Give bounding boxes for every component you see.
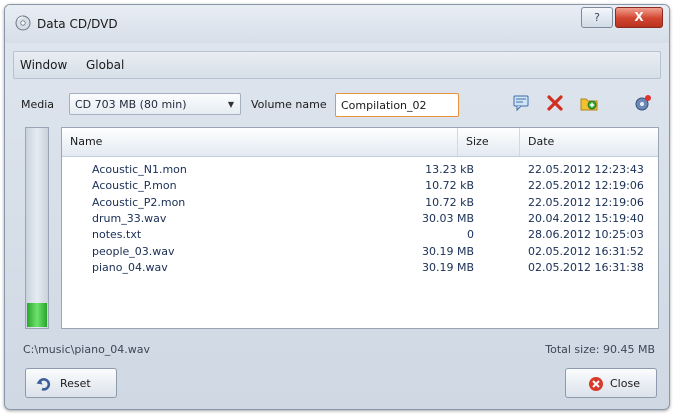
file-row[interactable]: Acoustic_N1.mon 13.23 kB 22.05.2012 12:23:… xyxy=(62,162,658,178)
menu-window[interactable]: Window xyxy=(20,58,67,72)
file-row[interactable]: people_03.wav 30.19 MB 02.05.2012 16:31:52 xyxy=(62,244,658,260)
menu-bar: Window Global xyxy=(13,51,661,79)
file-list[interactable]: Name Size Date Acoustic_N1.mon 13.23 kB 22… xyxy=(61,127,659,329)
file-size: 10.72 kB xyxy=(425,195,474,209)
add-folder-icon[interactable] xyxy=(579,93,599,113)
comment-icon[interactable] xyxy=(511,93,531,113)
file-row[interactable]: piano_04.wav 30.19 MB 02.05.2012 16:31:38 xyxy=(62,260,658,276)
window-close-button[interactable]: X xyxy=(615,7,663,28)
file-size: 13.23 kB xyxy=(425,163,474,176)
close-button[interactable]: Close xyxy=(565,368,657,398)
file-row[interactable]: notes.txt 0 28.06.2012 10:25:03 xyxy=(62,227,658,243)
file-size: 0 xyxy=(467,228,474,242)
title-bar[interactable]: Data CD/DVD ? X xyxy=(5,5,669,43)
media-select[interactable]: CD 703 MB (80 min) ▼ xyxy=(69,93,241,115)
file-date: 02.05.2012 16:31:38 xyxy=(528,260,644,274)
column-header-name[interactable]: Name xyxy=(62,128,458,156)
total-size: Total size: 90.45 MB xyxy=(545,343,655,356)
cd-app-icon xyxy=(15,15,31,31)
close-circle-icon xyxy=(589,377,603,391)
delete-icon[interactable] xyxy=(545,93,565,113)
reset-button-label: Reset xyxy=(60,377,91,390)
column-header-date[interactable]: Date xyxy=(520,128,658,156)
media-label: Media xyxy=(21,98,55,111)
help-button[interactable]: ? xyxy=(581,7,613,28)
window-title: Data CD/DVD xyxy=(37,17,118,31)
file-name: Acoustic_P2.mon xyxy=(92,195,186,209)
volume-name-input[interactable] xyxy=(335,93,459,117)
file-name: people_03.wav xyxy=(92,244,175,258)
file-name: drum_33.wav xyxy=(92,211,167,225)
chevron-down-icon: ▼ xyxy=(227,100,234,109)
file-date: 28.06.2012 10:25:03 xyxy=(528,228,644,242)
file-name: piano_04.wav xyxy=(92,260,168,274)
file-row[interactable]: Acoustic_P2.mon 10.72 kB 22.05.2012 12:19:… xyxy=(62,195,658,211)
close-button-label: Close xyxy=(610,377,640,390)
volume-name-label: Volume name xyxy=(251,98,327,111)
current-file-path: C:\music\piano_04.wav xyxy=(23,343,151,356)
reset-button[interactable]: Reset xyxy=(25,368,117,398)
capacity-meter xyxy=(25,127,49,329)
file-date: 20.04.2012 15:19:40 xyxy=(528,211,644,225)
file-name: Acoustic_N1.mon xyxy=(92,163,187,176)
data-cd-dvd-window: Data CD/DVD ? X Window Global Media CD 7… xyxy=(4,4,670,410)
undo-icon xyxy=(36,378,51,391)
file-name: Acoustic_P.mon xyxy=(92,179,177,193)
file-list-header: Name Size Date xyxy=(62,128,658,157)
settings-icon[interactable] xyxy=(633,93,653,113)
menu-global[interactable]: Global xyxy=(86,58,124,72)
file-row[interactable]: Acoustic_P.mon 10.72 kB 22.05.2012 12:19:0… xyxy=(62,178,658,194)
file-size: 10.72 kB xyxy=(425,179,474,193)
media-selected-value: CD 703 MB (80 min) xyxy=(75,98,187,111)
column-header-size[interactable]: Size xyxy=(458,128,520,156)
file-size: 30.19 MB xyxy=(421,244,474,258)
file-date: 22.05.2012 12:19:06 xyxy=(528,195,644,209)
file-name: notes.txt xyxy=(92,228,142,242)
file-size: 30.19 MB xyxy=(421,260,474,274)
file-row[interactable]: drum_33.wav 30.03 MB 20.04.2012 15:19:40 xyxy=(62,211,658,227)
file-date: 22.05.2012 12:23:43 xyxy=(528,163,644,176)
file-date: 22.05.2012 12:19:06 xyxy=(528,179,644,193)
file-size: 30.03 MB xyxy=(421,211,474,225)
capacity-meter-fill xyxy=(27,303,47,327)
file-date: 02.05.2012 16:31:52 xyxy=(528,244,644,258)
